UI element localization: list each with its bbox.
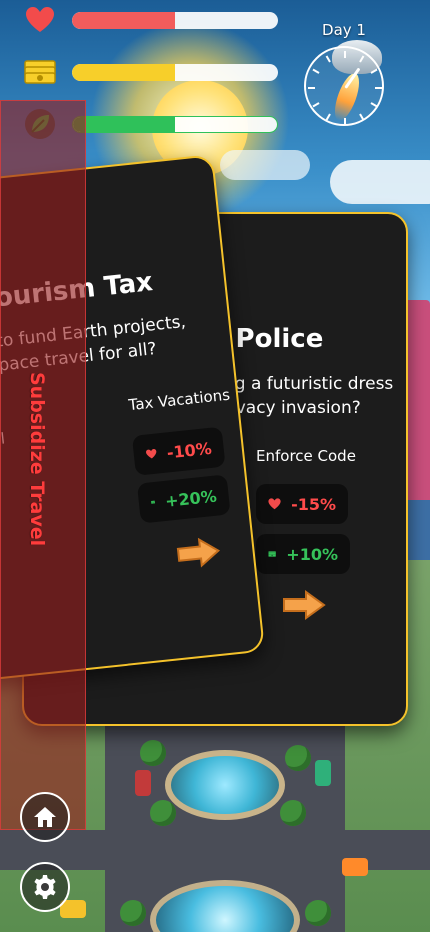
environment-bar [72,116,278,133]
tree [150,800,176,826]
left-choice-label: Subsidize Travel [26,372,48,547]
arrow-right-icon[interactable] [282,590,326,620]
settings-button[interactable] [20,862,70,912]
day-label: Day 1 [322,21,366,39]
money-icon [151,500,156,504]
heart-icon [146,449,157,459]
health-bar-fill [72,12,175,29]
right-choice-label: Enforce Code [256,447,356,465]
money-stat [22,54,282,90]
health-effect: -10% [131,426,226,476]
gear-icon [34,875,56,899]
money-icon [22,54,58,90]
money-bar [72,64,278,81]
money-icon [268,551,276,557]
clock-icon [304,46,384,126]
home-button[interactable] [20,792,70,842]
tree [140,740,166,766]
environment-bar-fill [73,117,175,132]
health-stat [22,2,282,38]
heart-icon [22,2,58,38]
cloud [220,150,310,180]
money-bar-fill [72,64,175,81]
card-description: ng a futuristic dress rivacy invasion? [224,374,394,418]
money-effect: +10% [256,534,350,574]
tree [120,900,146,926]
money-effect: +20% [136,474,231,524]
car [135,770,151,796]
car [315,760,331,786]
tree [285,745,311,771]
car [342,858,368,876]
cloud [330,160,430,204]
fountain-plaza [165,750,285,820]
health-bar [72,12,278,29]
home-icon [34,807,56,827]
clock-hand [344,67,361,89]
health-effect: -15% [256,484,348,524]
heart-icon [268,498,281,510]
right-choice-label: Tax Vacations [127,385,231,415]
tree [305,900,331,926]
tree [280,800,306,826]
arrow-right-icon[interactable] [175,536,222,570]
